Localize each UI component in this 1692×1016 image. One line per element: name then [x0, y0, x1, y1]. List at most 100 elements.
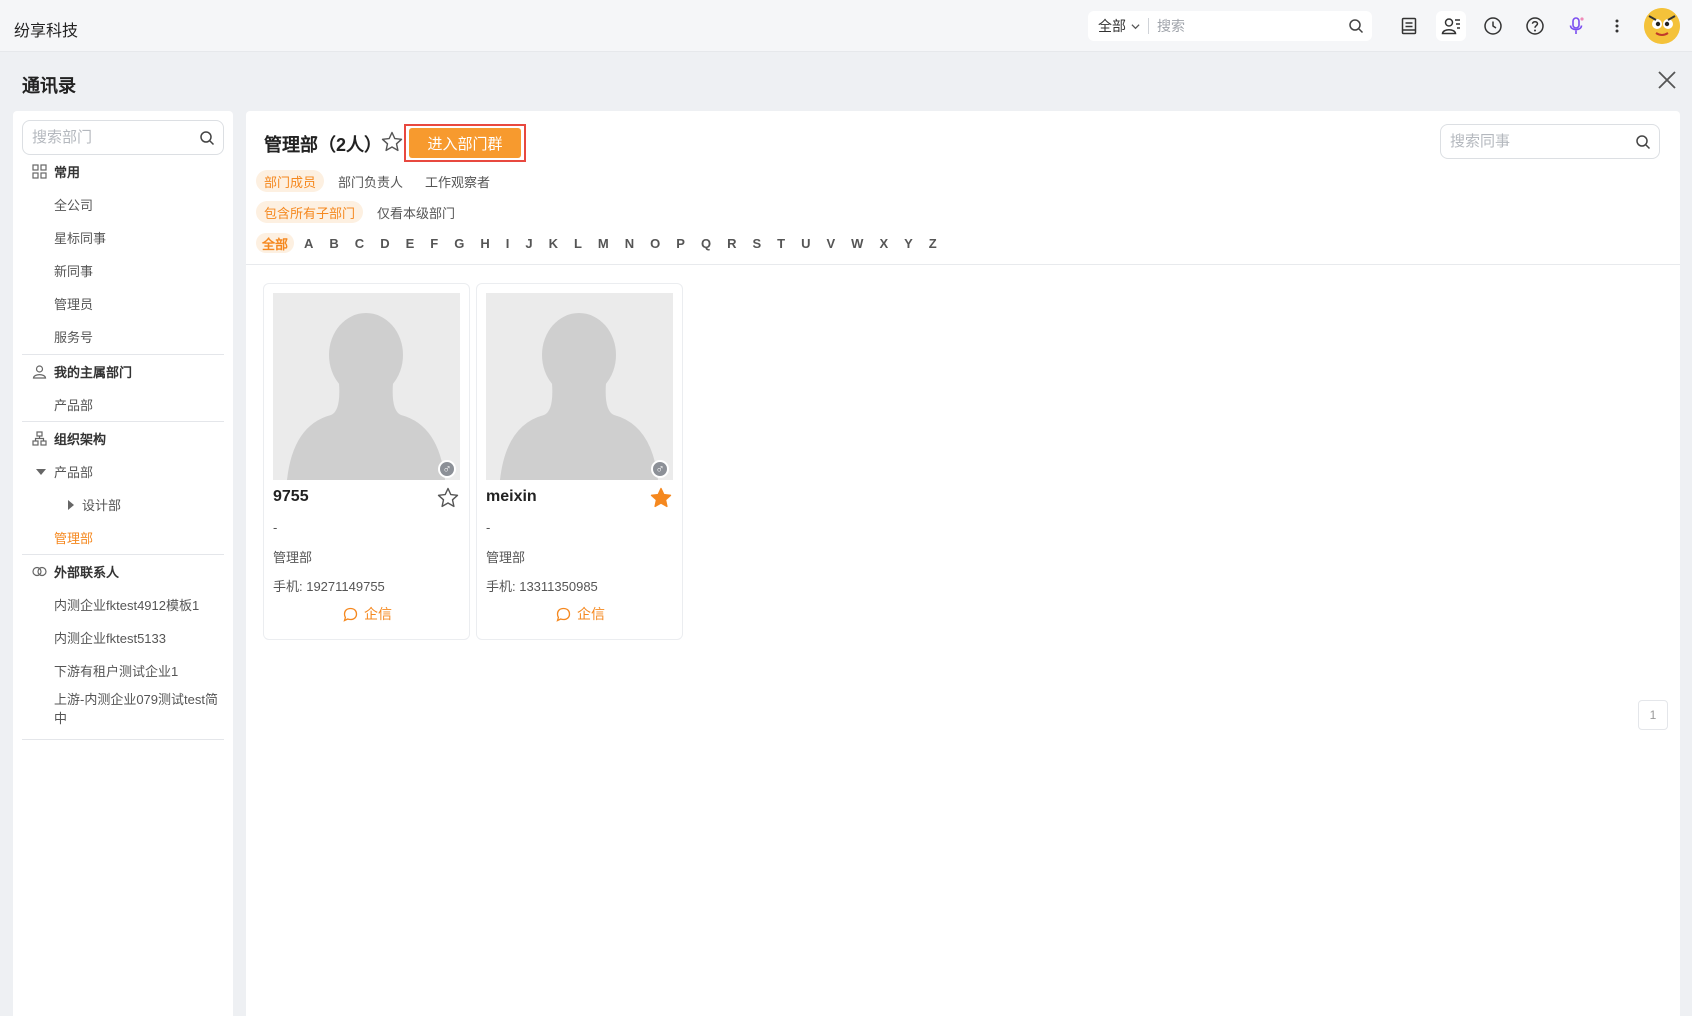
letter-filter-item[interactable]: X: [873, 233, 894, 253]
search-icon[interactable]: [1348, 18, 1364, 34]
letter-filter-item[interactable]: Q: [695, 233, 717, 253]
close-icon[interactable]: [1656, 69, 1678, 91]
star-outline-icon[interactable]: [380, 130, 404, 154]
star-outline-icon[interactable]: [436, 486, 460, 510]
department-search: [22, 120, 224, 155]
voice-assistant-button[interactable]: [1561, 11, 1591, 41]
tab-leaders[interactable]: 部门负责人: [330, 170, 411, 192]
letter-filter-item[interactable]: B: [323, 233, 344, 253]
sidebar-item-starred[interactable]: 星标同事: [13, 221, 233, 254]
caret-down-icon[interactable]: [36, 468, 46, 475]
letter-filter-item[interactable]: U: [795, 233, 816, 253]
letter-filter-item[interactable]: I: [500, 233, 516, 253]
org-header: 组织架构: [13, 422, 233, 455]
letter-filter-item[interactable]: H: [474, 233, 495, 253]
top-bar: 纷享科技 全部: [0, 0, 1692, 52]
letter-filter-item[interactable]: D: [374, 233, 395, 253]
letter-filter-item[interactable]: O: [644, 233, 666, 253]
message-button[interactable]: 企信: [477, 604, 684, 624]
letter-filter-item[interactable]: R: [721, 233, 742, 253]
default-avatar-icon: [500, 313, 658, 480]
sidebar-item-external-4[interactable]: 上游-内测企业079测试test简中: [13, 687, 233, 729]
enter-group-button[interactable]: 进入部门群: [409, 128, 521, 158]
tab-members[interactable]: 部门成员: [256, 170, 325, 192]
member-phone: 手机: 13311350985: [486, 579, 598, 594]
member-title: -: [273, 520, 278, 535]
letter-filter-item[interactable]: S: [746, 233, 767, 253]
letter-filter-item[interactable]: Y: [898, 233, 919, 253]
search-scope-dropdown[interactable]: 全部: [1088, 11, 1140, 41]
sidebar-item-design[interactable]: 设计部: [13, 488, 233, 521]
member-card[interactable]: ♂ meixin - 管理部 手机: 13311350985 企信: [476, 283, 683, 640]
pagination-page[interactable]: 1: [1638, 700, 1668, 730]
letter-filter-item[interactable]: V: [820, 233, 841, 253]
letter-filter-item[interactable]: J: [519, 233, 538, 253]
default-avatar-icon: [287, 313, 445, 480]
department-detail-panel: 管理部（2人） 进入部门群 部门成员 部门负责人 工作观察者 包含所有子部门 仅…: [246, 111, 1680, 1016]
message-button[interactable]: 企信: [264, 604, 471, 624]
letter-filter-item[interactable]: K: [543, 233, 564, 253]
notepad-icon: [1401, 17, 1417, 35]
notes-button[interactable]: [1394, 11, 1424, 41]
caret-right-icon[interactable]: [68, 499, 74, 510]
tab-this-level-only[interactable]: 仅看本级部门: [369, 201, 463, 223]
my-dept-header: 我的主属部门: [13, 355, 233, 388]
letter-filter-item[interactable]: Z: [923, 233, 943, 253]
my-dept-title: 我的主属部门: [54, 365, 133, 380]
colleague-search-input[interactable]: [1450, 133, 1620, 150]
search-icon[interactable]: [1635, 134, 1651, 150]
member-title: -: [486, 520, 491, 535]
letter-filter-item[interactable]: N: [619, 233, 640, 253]
letter-filter-all[interactable]: 全部: [256, 233, 295, 253]
letter-filter-item[interactable]: P: [670, 233, 691, 253]
org-section: 组织架构 产品部 设计部 管理部: [13, 422, 233, 554]
letter-filter-item[interactable]: W: [845, 233, 869, 253]
sidebar-item-product[interactable]: 产品部: [13, 455, 233, 488]
help-button[interactable]: [1520, 11, 1550, 41]
common-header: 常用: [13, 155, 233, 188]
department-search-input[interactable]: [32, 129, 192, 146]
common-section: 常用 全公司 星标同事 新同事 管理员 服务号: [13, 155, 233, 353]
contacts-button[interactable]: [1436, 11, 1466, 41]
letter-filter-item[interactable]: M: [592, 233, 615, 253]
star-filled-icon[interactable]: [649, 486, 673, 510]
letter-filter-item[interactable]: C: [349, 233, 370, 253]
divider: [246, 264, 1680, 265]
member-photo: ♂: [486, 293, 673, 480]
chat-bubble-icon: [556, 607, 571, 622]
sidebar-item-external-3[interactable]: 下游有租户测试企业1: [13, 654, 233, 687]
link-circles-icon: [32, 566, 47, 577]
search-icon[interactable]: [199, 130, 215, 146]
user-avatar[interactable]: [1644, 8, 1680, 44]
tab-include-subdepts[interactable]: 包含所有子部门: [256, 201, 364, 223]
scope-tabs: 包含所有子部门 仅看本级部门: [256, 201, 469, 223]
tab-observers[interactable]: 工作观察者: [417, 170, 498, 192]
microphone-icon: [1569, 17, 1584, 34]
sidebar-item-service[interactable]: 服务号: [13, 320, 233, 353]
sidebar-item-management[interactable]: 管理部: [13, 521, 233, 554]
enter-group-highlight: 进入部门群: [404, 124, 526, 162]
member-photo: ♂: [273, 293, 460, 480]
global-search-input[interactable]: [1157, 13, 1337, 39]
sidebar-item-external-1[interactable]: 内测企业fktest4912模板1: [13, 588, 233, 621]
sidebar-item-company[interactable]: 全公司: [13, 188, 233, 221]
letter-filter-item[interactable]: L: [568, 233, 588, 253]
role-tabs: 部门成员 部门负责人 工作观察者: [256, 170, 504, 192]
more-button[interactable]: [1602, 11, 1632, 41]
letter-filter-item[interactable]: A: [298, 233, 319, 253]
sidebar-item-external-2[interactable]: 内测企业fktest5133: [13, 621, 233, 654]
letter-filter-item[interactable]: F: [424, 233, 444, 253]
user-icon: [32, 365, 47, 379]
letter-filter-item[interactable]: G: [448, 233, 470, 253]
letter-filter-item[interactable]: T: [771, 233, 791, 253]
member-card[interactable]: ♂ 9755 - 管理部 手机: 19271149755 企信: [263, 283, 470, 640]
sidebar-item-new[interactable]: 新同事: [13, 254, 233, 287]
sidebar-item-my-product[interactable]: 产品部: [13, 388, 233, 421]
divider: [22, 739, 224, 740]
history-button[interactable]: [1478, 11, 1508, 41]
org-chart-icon: [32, 431, 47, 446]
sidebar-item-admins[interactable]: 管理员: [13, 287, 233, 320]
letter-filter-item[interactable]: E: [400, 233, 421, 253]
gender-badge: ♂: [438, 460, 456, 478]
chevron-down-icon: [1131, 23, 1140, 29]
